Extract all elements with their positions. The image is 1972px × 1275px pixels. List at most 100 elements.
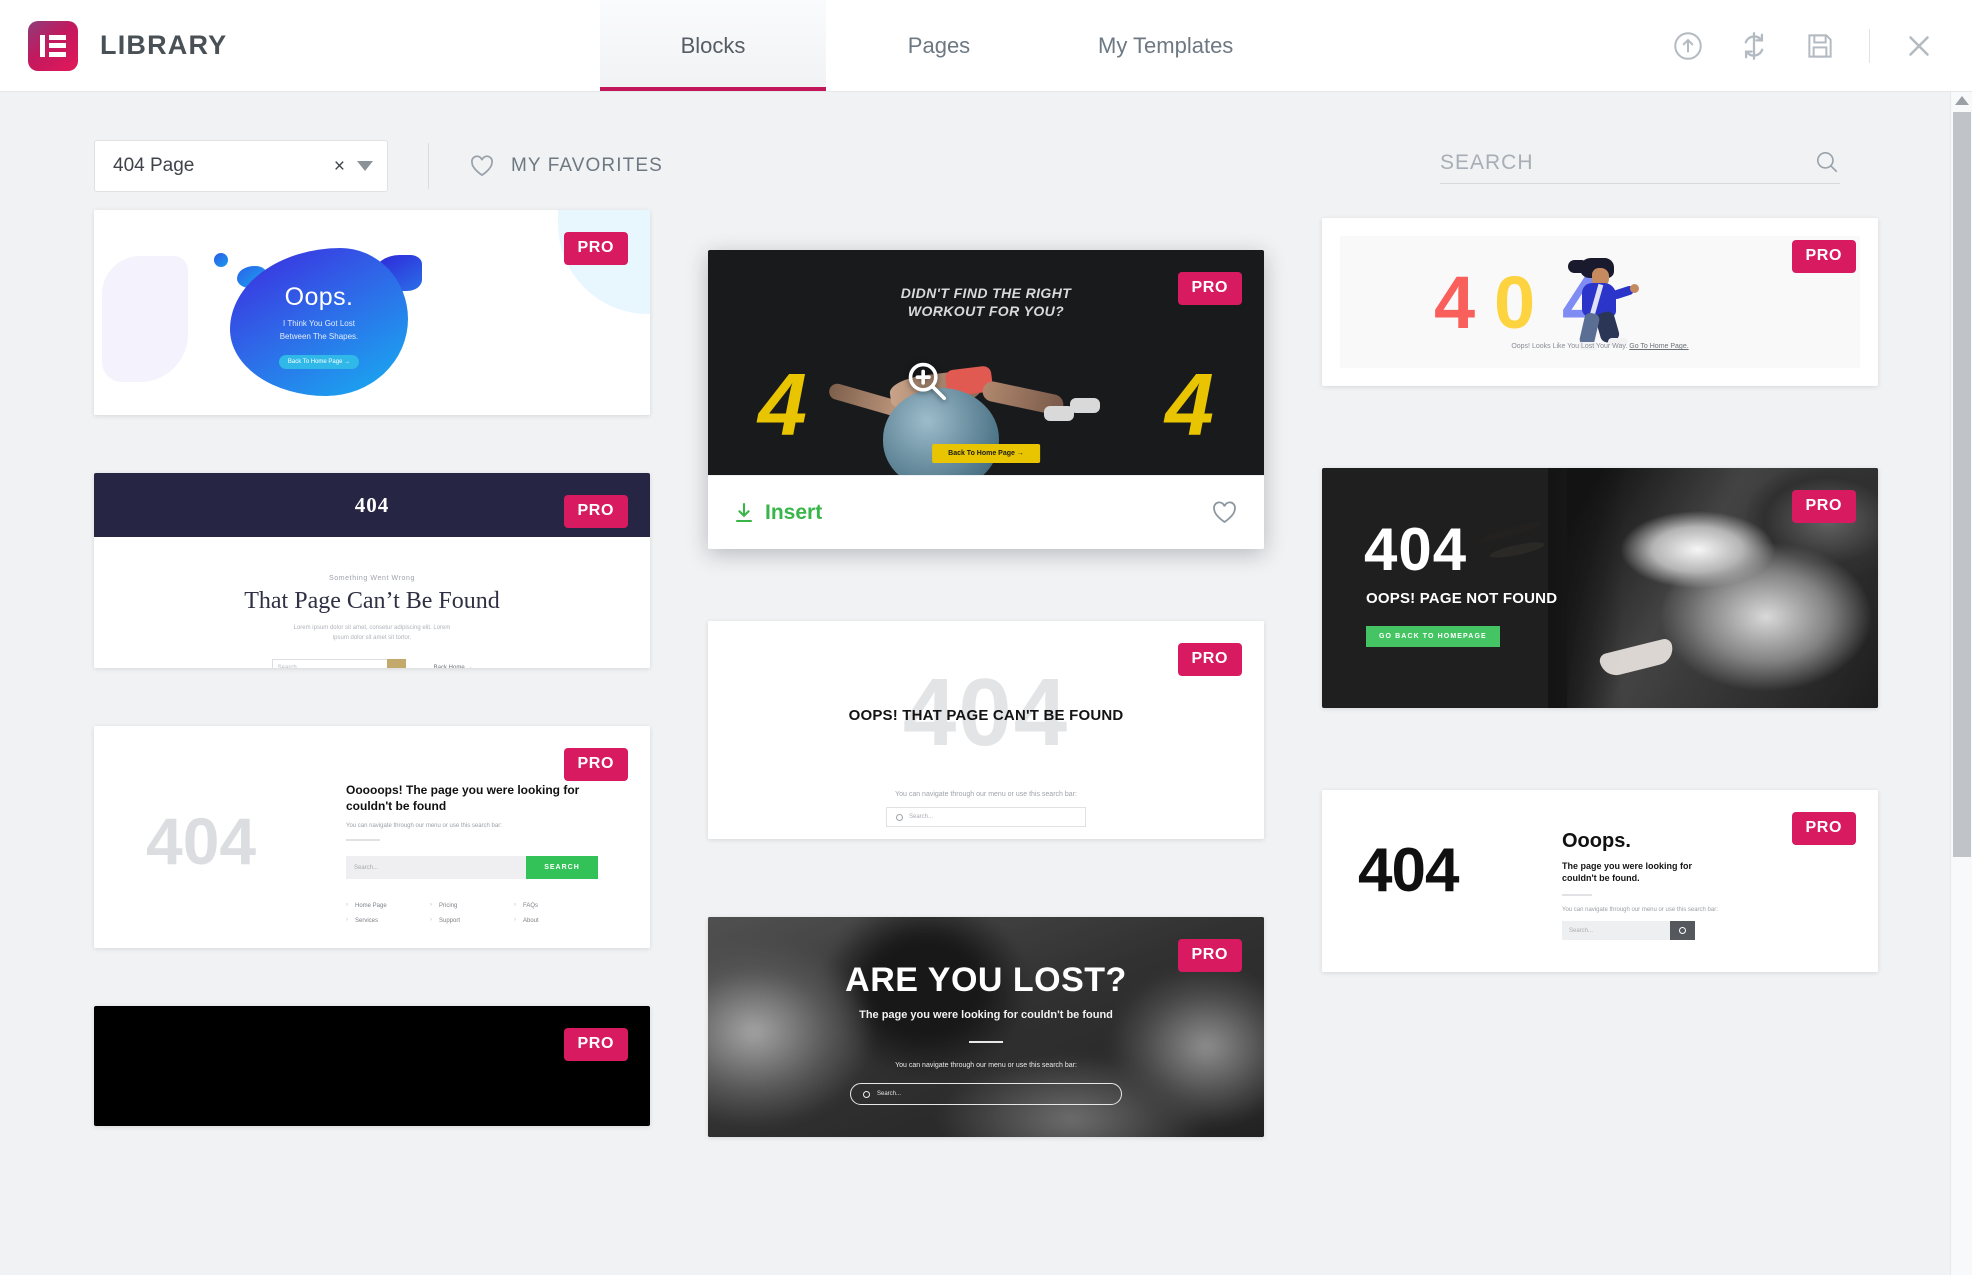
template-card[interactable]: PRO 404 OOPS! PAGE NOT FOUND GO BACK TO … bbox=[1322, 468, 1878, 708]
save-icon[interactable] bbox=[1803, 29, 1837, 63]
pro-badge: PRO bbox=[563, 232, 628, 265]
preview-search-placeholder: Search... bbox=[909, 814, 934, 820]
header-divider bbox=[1869, 28, 1870, 63]
tab-blocks[interactable]: Blocks bbox=[600, 0, 826, 91]
template-card[interactable]: PRO 404 Ooops. The page you were looking… bbox=[1322, 790, 1878, 972]
close-icon[interactable] bbox=[1902, 29, 1936, 63]
tab-my-templates[interactable]: My Templates bbox=[1052, 0, 1279, 91]
template-thumbnail[interactable]: PRO ARE YOU LOST? The page you were look… bbox=[708, 917, 1264, 1137]
preview-eyebrow: Something Went Wrong bbox=[328, 575, 416, 582]
template-thumbnail[interactable]: PRO 404 Ooops. The page you were looking… bbox=[1322, 790, 1878, 972]
clear-icon[interactable]: × bbox=[334, 157, 345, 176]
toolbar-divider bbox=[428, 143, 429, 189]
template-card[interactable]: PRO 404 Something Went Wrong That Page C… bbox=[94, 473, 650, 668]
preview-subtitle: OOPS! PAGE NOT FOUND bbox=[1366, 590, 1558, 607]
list-item: FAQs bbox=[514, 902, 598, 909]
preview-ghost-number: 404 bbox=[146, 804, 257, 878]
preview-search-input: Search... bbox=[346, 856, 526, 880]
preview-subtitle: I Think You Got Lost Between The Shapes. bbox=[279, 319, 359, 341]
preview-search-input: Search bbox=[271, 659, 388, 668]
preview-search-button bbox=[386, 659, 406, 668]
template-thumbnail[interactable]: PRO Oops. I Think You Got Lost Between T… bbox=[94, 210, 650, 415]
template-card[interactable]: PRO 4 0 4 Oops! Looks Like You Lost Your bbox=[1322, 218, 1878, 386]
template-thumbnail[interactable]: PRO 404 Something Went Wrong That Page C… bbox=[94, 473, 650, 668]
preview-search-placeholder: Search... bbox=[877, 1091, 902, 1097]
preview-button: Back To Home Page → bbox=[278, 354, 360, 369]
template-grid: PRO Oops. I Think You Got Lost Between T… bbox=[0, 210, 1972, 1195]
pro-badge: PRO bbox=[1177, 939, 1242, 972]
library-toolbar: 404 Page × MY FAVORITES bbox=[0, 92, 1972, 210]
insert-button[interactable]: Insert bbox=[734, 501, 822, 525]
template-card[interactable]: PRO Oops. I Think You Got Lost Between T… bbox=[94, 210, 650, 415]
preview-search-button: SEARCH bbox=[526, 856, 598, 880]
heart-icon bbox=[469, 154, 495, 178]
preview-search-button bbox=[1670, 921, 1695, 941]
library-body: 404 Page × MY FAVORITES SEARCH PRO Oops.… bbox=[0, 92, 1972, 1275]
download-icon bbox=[734, 502, 754, 524]
chevron-down-icon[interactable] bbox=[357, 161, 373, 171]
my-favorites-label: MY FAVORITES bbox=[511, 155, 663, 176]
pro-badge: PRO bbox=[563, 748, 628, 781]
list-item: Services bbox=[346, 917, 430, 924]
preview-number: 404 bbox=[1364, 516, 1468, 583]
preview-search-input: Search... bbox=[1562, 921, 1670, 941]
preview-note: You can navigate through our menu or use… bbox=[895, 1062, 1077, 1069]
preview-button: GO BACK TO HOMEPAGE bbox=[1366, 626, 1500, 647]
template-card[interactable]: PRO bbox=[94, 1006, 650, 1126]
template-card[interactable]: PRO 404 OOPS! THAT PAGE CAN'T BE FOUND Y… bbox=[708, 621, 1264, 839]
preview-caption: Oops! Looks Like You Lost Your Way. bbox=[1511, 343, 1628, 350]
preview-heading: OOPS! THAT PAGE CAN'T BE FOUND bbox=[848, 707, 1124, 724]
list-item: Support bbox=[430, 917, 514, 924]
elementor-logo-icon bbox=[28, 20, 78, 71]
template-thumbnail[interactable]: PRO DIDN'T FIND THE RIGHT WORKOUT FOR YO… bbox=[708, 250, 1264, 475]
category-select[interactable]: 404 Page × bbox=[94, 140, 388, 192]
sync-icon[interactable] bbox=[1737, 29, 1771, 63]
template-thumbnail[interactable]: PRO 4 0 4 Oops! Looks Like You Lost Your bbox=[1322, 218, 1878, 386]
page-title: LIBRARY bbox=[100, 30, 228, 60]
brand: LIBRARY bbox=[0, 0, 600, 91]
list-item: Home Page bbox=[346, 902, 430, 909]
preview-note: You can navigate through our menu or use… bbox=[346, 823, 502, 830]
magnifier-plus-icon[interactable] bbox=[904, 358, 950, 404]
template-card-hovered[interactable]: PRO DIDN'T FIND THE RIGHT WORKOUT FOR YO… bbox=[708, 250, 1264, 549]
preview-digit-1: 4 bbox=[1434, 261, 1476, 344]
vertical-scrollbar[interactable] bbox=[1950, 92, 1972, 1275]
library-tabs: Blocks Pages My Templates bbox=[600, 0, 1279, 91]
my-favorites-filter[interactable]: MY FAVORITES bbox=[469, 154, 663, 178]
template-thumbnail[interactable]: PRO bbox=[94, 1006, 650, 1126]
preview-search-input: Search... bbox=[850, 1083, 1122, 1105]
template-thumbnail[interactable]: PRO 404 OOPS! PAGE NOT FOUND GO BACK TO … bbox=[1322, 468, 1878, 708]
library-header: LIBRARY Blocks Pages My Templates bbox=[0, 0, 1972, 92]
preview-number: 404 bbox=[1358, 836, 1459, 905]
preview-note: You can navigate through our menu or use… bbox=[895, 791, 1077, 798]
scroll-up-arrow-icon[interactable] bbox=[1954, 96, 1969, 105]
preview-title: Oops. bbox=[284, 283, 354, 312]
preview-paragraph: Lorem ipsum dolor sit amet, consetur adi… bbox=[293, 625, 451, 642]
search-input[interactable] bbox=[1440, 150, 1814, 175]
list-item: Pricing bbox=[430, 902, 514, 909]
template-card[interactable]: PRO 404 Ooooops! The page you were looki… bbox=[94, 726, 650, 948]
insert-button-label: Insert bbox=[765, 500, 823, 524]
card-actions: Insert bbox=[708, 475, 1264, 549]
search-icon bbox=[863, 1090, 870, 1098]
preview-back-link: Back Home → bbox=[434, 665, 473, 668]
search-icon bbox=[896, 813, 903, 821]
grid-column-3: PRO 4 0 4 Oops! Looks Like You Lost Your bbox=[1322, 210, 1878, 1030]
preview-subtitle: The page you were looking for couldn't b… bbox=[1562, 861, 1693, 884]
preview-search-input: Search... bbox=[886, 807, 1086, 827]
search-field[interactable] bbox=[1440, 149, 1840, 184]
preview-illustration bbox=[1568, 258, 1639, 350]
header-actions bbox=[1671, 0, 1972, 91]
preview-link: Go To Home Page. bbox=[1629, 343, 1689, 350]
search-icon[interactable] bbox=[1814, 149, 1840, 175]
template-thumbnail[interactable]: PRO 404 Ooooops! The page you were looki… bbox=[94, 726, 650, 948]
template-card[interactable]: PRO ARE YOU LOST? The page you were look… bbox=[708, 917, 1264, 1137]
template-thumbnail[interactable]: PRO 404 OOPS! THAT PAGE CAN'T BE FOUND Y… bbox=[708, 621, 1264, 839]
pro-badge: PRO bbox=[1791, 812, 1856, 845]
favorite-heart-icon[interactable] bbox=[1211, 500, 1238, 525]
pro-badge: PRO bbox=[563, 1028, 628, 1061]
list-item: About bbox=[514, 917, 598, 924]
scrollbar-thumb[interactable] bbox=[1953, 112, 1971, 857]
upload-icon[interactable] bbox=[1671, 29, 1705, 63]
tab-pages[interactable]: Pages bbox=[826, 0, 1052, 91]
